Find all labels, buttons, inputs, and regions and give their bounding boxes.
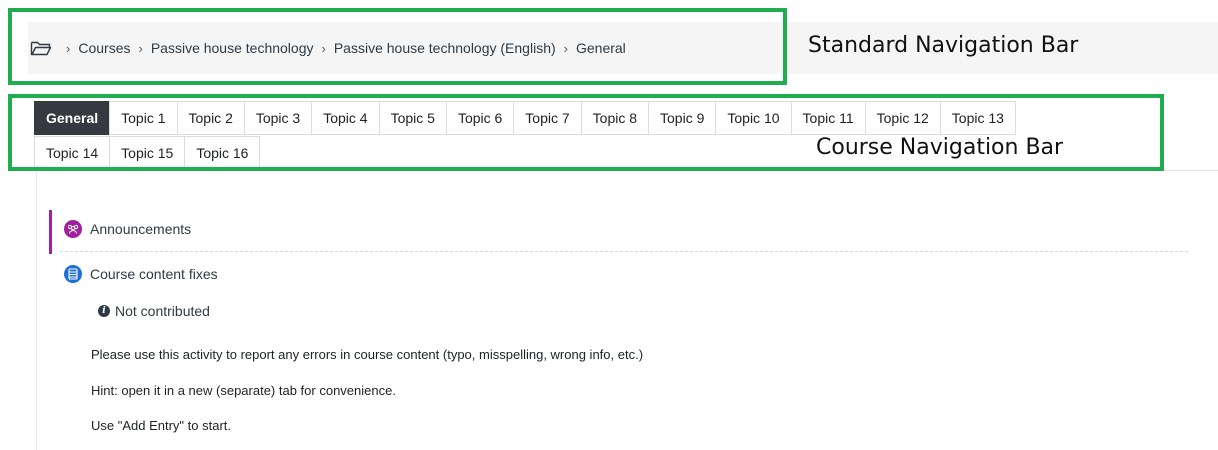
- standard-nav-highlight: [8, 8, 787, 85]
- glossary-icon: [64, 265, 82, 283]
- activity-divider: [60, 251, 1188, 252]
- activity-announcements[interactable]: Announcements: [64, 220, 191, 238]
- standard-nav-annotation: Standard Navigation Bar: [808, 33, 1079, 58]
- completion-status: i Not contributed: [98, 303, 210, 319]
- activity-announcements-label[interactable]: Announcements: [90, 221, 191, 237]
- activity-course-content-fixes[interactable]: Course content fixes: [64, 265, 218, 283]
- forum-icon: [64, 220, 82, 238]
- completion-status-label: Not contributed: [115, 303, 210, 319]
- info-icon: i: [98, 305, 110, 317]
- activity-description-line-3: Use "Add Entry" to start.: [91, 418, 232, 433]
- activity-fixes-label[interactable]: Course content fixes: [90, 266, 218, 282]
- activity-description-line-2: Hint: open it in a new (separate) tab fo…: [91, 383, 396, 398]
- content-left-border: [36, 170, 37, 450]
- activity-description-line-1: Please use this activity to report any e…: [91, 347, 644, 362]
- course-nav-annotation: Course Navigation Bar: [816, 135, 1064, 160]
- section-accent-bar: [49, 210, 52, 254]
